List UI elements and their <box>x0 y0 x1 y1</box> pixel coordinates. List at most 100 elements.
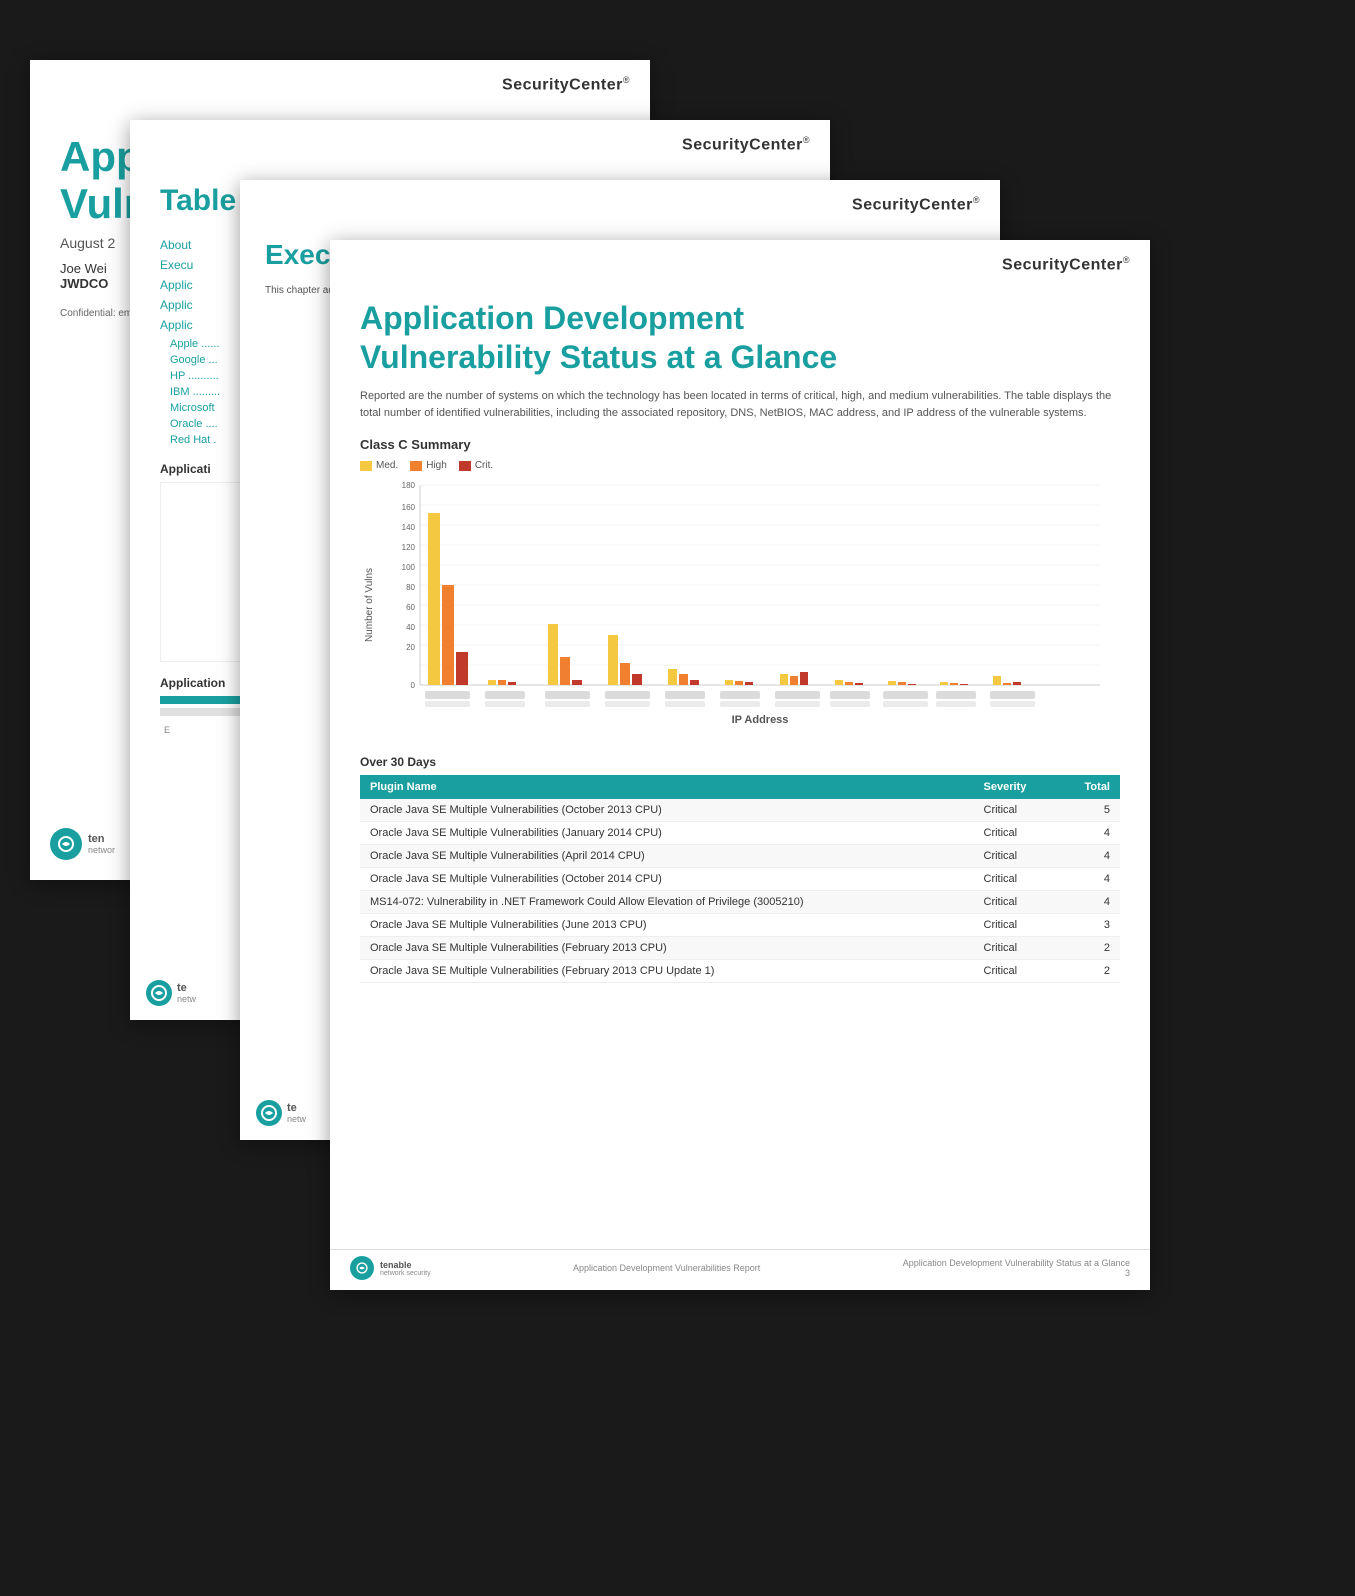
front-title: Application DevelopmentVulnerability Sta… <box>360 299 1120 376</box>
chart-legend: Med. High Crit. <box>360 460 1120 471</box>
table-row: Oracle Java SE Multiple Vulnerabilities … <box>360 960 1120 983</box>
svg-text:0: 0 <box>411 681 416 690</box>
cover-tenable-logo: ten networ <box>50 828 115 860</box>
ip-sublabel-6 <box>720 701 760 707</box>
footer-logo-name: tenable <box>380 1260 431 1270</box>
vuln-table-header: Plugin Name Severity Total <box>360 775 1120 799</box>
bar-8-med <box>835 680 843 685</box>
bar-5-med <box>668 669 677 685</box>
bar-10-crit <box>960 684 968 685</box>
row-3-total: 4 <box>1058 845 1120 868</box>
svg-text:60: 60 <box>406 603 415 612</box>
table-row: Oracle Java SE Multiple Vulnerabilities … <box>360 868 1120 891</box>
ip-sublabel-1 <box>425 701 470 707</box>
ip-sublabel-8 <box>830 701 870 707</box>
ip-label-6 <box>720 691 760 699</box>
tenable-subtext: networ <box>88 845 115 855</box>
svg-text:40: 40 <box>406 623 415 632</box>
table-row: MS14-072: Vulnerability in .NET Framewor… <box>360 891 1120 914</box>
bar-6-high <box>735 681 743 685</box>
legend-med-box <box>360 461 372 471</box>
ip-sublabel-10 <box>936 701 976 707</box>
table-row: Oracle Java SE Multiple Vulnerabilities … <box>360 937 1120 960</box>
bar-1-crit <box>456 652 468 685</box>
tenable-name: ten <box>88 833 115 845</box>
exec-tenable-circle <box>256 1100 282 1126</box>
ip-label-4 <box>605 691 650 699</box>
vuln-table-body: Oracle Java SE Multiple Vulnerabilities … <box>360 799 1120 983</box>
bar-11-med <box>993 676 1001 685</box>
bar-2-high <box>498 680 506 685</box>
row-2-name: Oracle Java SE Multiple Vulnerabilities … <box>360 822 974 845</box>
bar-2-crit <box>508 682 516 685</box>
row-4-severity: Critical <box>974 868 1059 891</box>
footer-tenable-circle <box>350 1256 374 1280</box>
bar-11-crit <box>1013 682 1021 685</box>
ip-label-1 <box>425 691 470 699</box>
col-plugin-name: Plugin Name <box>360 775 974 799</box>
svg-text:80: 80 <box>406 583 415 592</box>
front-page: SecurityCenter® Application DevelopmentV… <box>330 240 1150 1290</box>
legend-high: High <box>410 460 447 471</box>
bar-4-high <box>620 663 630 685</box>
row-5-total: 4 <box>1058 891 1120 914</box>
bar-3-med <box>548 624 558 685</box>
front-brand: SecurityCenter® <box>330 240 1150 284</box>
bar-3-high <box>560 657 570 685</box>
row-4-name: Oracle Java SE Multiple Vulnerabilities … <box>360 868 974 891</box>
svg-text:160: 160 <box>402 503 416 512</box>
ip-sublabel-4 <box>605 701 650 707</box>
bar-6-crit <box>745 682 753 685</box>
ip-label-9 <box>883 691 928 699</box>
ip-label-10 <box>936 691 976 699</box>
table-row: Oracle Java SE Multiple Vulnerabilities … <box>360 845 1120 868</box>
ip-label-2 <box>485 691 525 699</box>
table-section-title: Over 30 Days <box>360 755 1120 769</box>
bar-10-high <box>950 683 958 685</box>
row-8-severity: Critical <box>974 960 1059 983</box>
ip-label-11 <box>990 691 1035 699</box>
row-4-total: 4 <box>1058 868 1120 891</box>
bar-9-crit <box>908 684 916 685</box>
svg-text:180: 180 <box>402 481 416 490</box>
exec-tenable-name: te <box>287 1102 306 1114</box>
legend-crit-box <box>459 461 471 471</box>
row-1-total: 5 <box>1058 799 1120 822</box>
row-6-name: Oracle Java SE Multiple Vulnerabilities … <box>360 914 974 937</box>
ip-sublabel-11 <box>990 701 1035 707</box>
ip-label-5 <box>665 691 705 699</box>
bar-7-med <box>780 674 788 685</box>
toc-tenable-name: te <box>177 982 196 994</box>
svg-text:140: 140 <box>402 523 416 532</box>
exec-tenable-logo: te netw <box>256 1100 306 1126</box>
row-2-severity: Critical <box>974 822 1059 845</box>
cover-brand: SecurityCenter® <box>30 60 650 104</box>
ip-sublabel-3 <box>545 701 590 707</box>
footer-center-text: Application Development Vulnerabilities … <box>573 1263 760 1273</box>
row-2-total: 4 <box>1058 822 1120 845</box>
svg-text:100: 100 <box>402 563 416 572</box>
bar-4-crit <box>632 674 642 685</box>
legend-med-label: Med. <box>376 460 398 471</box>
footer-tenable-logo: tenable network security <box>350 1256 431 1280</box>
ip-sublabel-2 <box>485 701 525 707</box>
row-5-name: MS14-072: Vulnerability in .NET Framewor… <box>360 891 974 914</box>
bar-6-med <box>725 680 733 685</box>
bar-5-high <box>679 674 688 685</box>
ip-sublabel-7 <box>775 701 820 707</box>
row-7-name: Oracle Java SE Multiple Vulnerabilities … <box>360 937 974 960</box>
row-3-severity: Critical <box>974 845 1059 868</box>
bar-chart-svg: Number of Vulns 180 160 140 12 <box>360 475 1120 735</box>
row-3-name: Oracle Java SE Multiple Vulnerabilities … <box>360 845 974 868</box>
ip-sublabel-5 <box>665 701 705 707</box>
bar-5-crit <box>690 680 699 685</box>
bar-2-med <box>488 680 496 685</box>
bar-chart-container: Number of Vulns 180 160 140 12 <box>360 475 1120 735</box>
toc-tenable-sub: netw <box>177 994 196 1004</box>
row-7-severity: Critical <box>974 937 1059 960</box>
vuln-table: Plugin Name Severity Total Oracle Java S… <box>360 775 1120 983</box>
y-axis-label: Number of Vulns <box>364 568 375 642</box>
legend-high-label: High <box>426 460 447 471</box>
bar-1-med <box>428 513 440 685</box>
legend-high-box <box>410 461 422 471</box>
